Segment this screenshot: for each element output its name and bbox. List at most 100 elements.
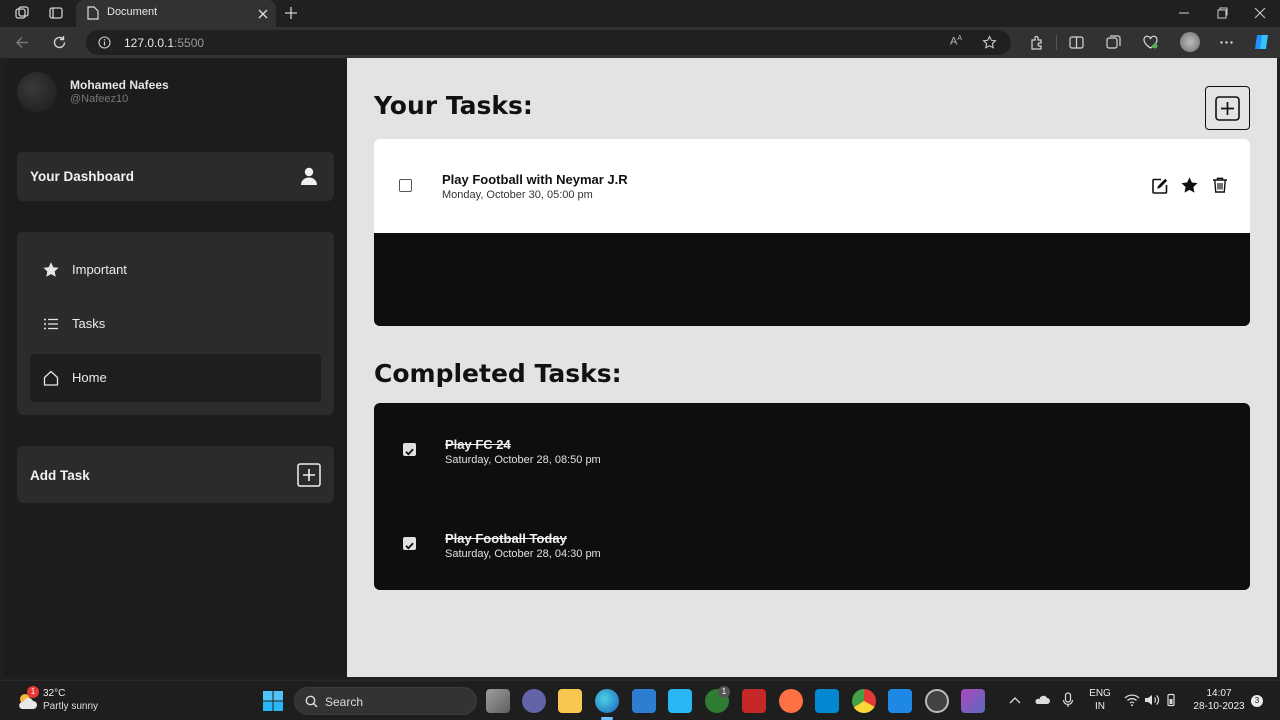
lang-line2[interactable]: IN	[1088, 701, 1112, 712]
more-options-icon[interactable]	[1218, 34, 1235, 51]
task-detail-area	[374, 233, 1250, 326]
star-icon	[43, 262, 59, 277]
wifi-icon[interactable]	[1124, 693, 1140, 707]
store-icon[interactable]	[632, 689, 656, 713]
add-task-label: Add Task	[30, 468, 90, 483]
notification-badge[interactable]: 3	[1251, 695, 1263, 707]
chrome-icon[interactable]	[852, 689, 876, 713]
copilot-icon[interactable]	[1252, 32, 1272, 52]
clock-date[interactable]: 28-10-2023	[1188, 701, 1250, 712]
obs-icon[interactable]	[925, 689, 949, 713]
add-task-button[interactable]	[1205, 86, 1250, 130]
weather-badge: 1	[27, 686, 39, 698]
game-app-icon[interactable]	[779, 689, 803, 713]
your-tasks-title: Your Tasks:	[374, 91, 533, 120]
weather-temp: 32°C	[43, 688, 66, 699]
task-view-icon[interactable]	[486, 689, 510, 713]
read-aloud-icon[interactable]: AA	[950, 35, 962, 48]
user-name: Mohamed Nafees	[70, 78, 169, 92]
battery-icon[interactable]	[1164, 693, 1178, 707]
dashboard-panel[interactable]: Your Dashboard	[17, 152, 334, 201]
address-bar[interactable]: 127.0.0.1:5500 AA	[86, 30, 1011, 55]
completed-checkbox[interactable]	[403, 537, 416, 550]
profile-avatar[interactable]	[1180, 32, 1200, 52]
split-screen-icon[interactable]	[1068, 34, 1085, 51]
favorite-star-icon[interactable]	[982, 35, 997, 50]
completed-task-name: Play FC 24	[445, 437, 511, 452]
edit-icon[interactable]	[1151, 177, 1169, 195]
refresh-icon[interactable]	[51, 34, 68, 51]
tab-actions-icon[interactable]	[48, 5, 64, 21]
task-item: Play Football with Neymar J.R Monday, Oc…	[374, 139, 1250, 233]
user-icon	[301, 167, 317, 185]
lang-line1[interactable]: ENG	[1088, 688, 1112, 699]
taskbar-search[interactable]: Search	[294, 687, 477, 715]
vscode-icon[interactable]	[888, 689, 912, 713]
browser-titlebar: Document	[0, 0, 1280, 27]
clock-time[interactable]: 14:07	[1188, 688, 1250, 699]
collections-icon[interactable]	[1105, 34, 1122, 51]
sidebar-item-label: Tasks	[72, 316, 106, 331]
edge-icon[interactable]	[595, 689, 619, 713]
main-content: Your Tasks: Play Football with Neymar J.…	[347, 58, 1277, 677]
chevron-up-icon[interactable]	[1009, 695, 1021, 705]
sidebar-item-tasks[interactable]: Tasks	[30, 300, 321, 348]
back-icon[interactable]	[14, 34, 31, 51]
close-tab-icon[interactable]	[258, 9, 268, 19]
address-host: 127.0.0.1	[124, 36, 175, 50]
l-app-icon[interactable]	[668, 689, 692, 713]
new-tab-icon[interactable]	[283, 5, 299, 21]
clipchamp-icon[interactable]	[961, 689, 985, 713]
chat-icon[interactable]	[522, 689, 546, 713]
address-port: :5500	[174, 36, 205, 50]
search-icon	[305, 695, 318, 708]
trash-icon[interactable]	[1211, 176, 1229, 194]
completed-list: Play FC 24 Saturday, October 28, 08:50 p…	[374, 403, 1250, 590]
add-square-icon[interactable]	[297, 463, 321, 487]
file-explorer-icon[interactable]	[558, 689, 582, 713]
user-avatar[interactable]	[17, 72, 57, 112]
dashboard-label: Your Dashboard	[30, 169, 135, 184]
sidebar-item-home[interactable]: Home	[30, 354, 321, 402]
browser-essentials-icon[interactable]	[1142, 34, 1159, 51]
home-icon	[43, 370, 59, 386]
bing-icon[interactable]	[815, 689, 839, 713]
sidebar-item-important[interactable]: Important	[30, 246, 321, 294]
search-placeholder: Search	[325, 695, 364, 709]
address-text[interactable]: 127.0.0.1:5500	[124, 36, 204, 50]
nav-panel: Important Tasks Home	[17, 232, 334, 415]
toolbar-divider	[1056, 35, 1057, 50]
workspaces-icon[interactable]	[14, 5, 30, 21]
onedrive-icon[interactable]	[1034, 693, 1050, 707]
xbox-badge: 1	[718, 686, 730, 698]
microphone-icon[interactable]	[1062, 692, 1074, 709]
windows-start-icon[interactable]	[262, 690, 284, 712]
check-icon	[405, 542, 414, 550]
info-icon[interactable]	[98, 36, 111, 49]
minimize-icon[interactable]	[1175, 4, 1193, 22]
list-icon	[44, 318, 58, 330]
completed-tasks-title: Completed Tasks:	[374, 359, 622, 388]
tab-title: Document	[107, 6, 158, 18]
completed-task-name: Play Football Today	[445, 531, 567, 546]
extensions-icon[interactable]	[1028, 34, 1045, 51]
restore-icon[interactable]	[1213, 4, 1231, 22]
sidebar-item-label: Important	[72, 262, 127, 277]
taskbar: 1 32°C Partly sunny Search 1 ENG IN 14:0…	[0, 680, 1280, 720]
completed-checkbox[interactable]	[403, 443, 416, 456]
task-checkbox[interactable]	[399, 179, 412, 192]
volume-icon[interactable]	[1144, 693, 1160, 707]
browser-toolbar: 127.0.0.1:5500 AA	[0, 27, 1280, 58]
mcafee-icon[interactable]	[742, 689, 766, 713]
document-icon	[87, 6, 99, 20]
completed-task-date: Saturday, October 28, 08:50 pm	[445, 454, 601, 466]
task-date: Monday, October 30, 05:00 pm	[442, 189, 593, 201]
user-handle: @Nafeez10	[70, 93, 129, 105]
add-square-icon	[1215, 96, 1240, 121]
close-window-icon[interactable]	[1251, 4, 1269, 22]
browser-tab[interactable]: Document	[76, 0, 276, 27]
star-icon[interactable]	[1180, 176, 1199, 195]
weather-desc: Partly sunny	[43, 701, 99, 712]
completed-task-date: Saturday, October 28, 04:30 pm	[445, 548, 601, 560]
add-task-panel[interactable]: Add Task	[17, 446, 334, 503]
